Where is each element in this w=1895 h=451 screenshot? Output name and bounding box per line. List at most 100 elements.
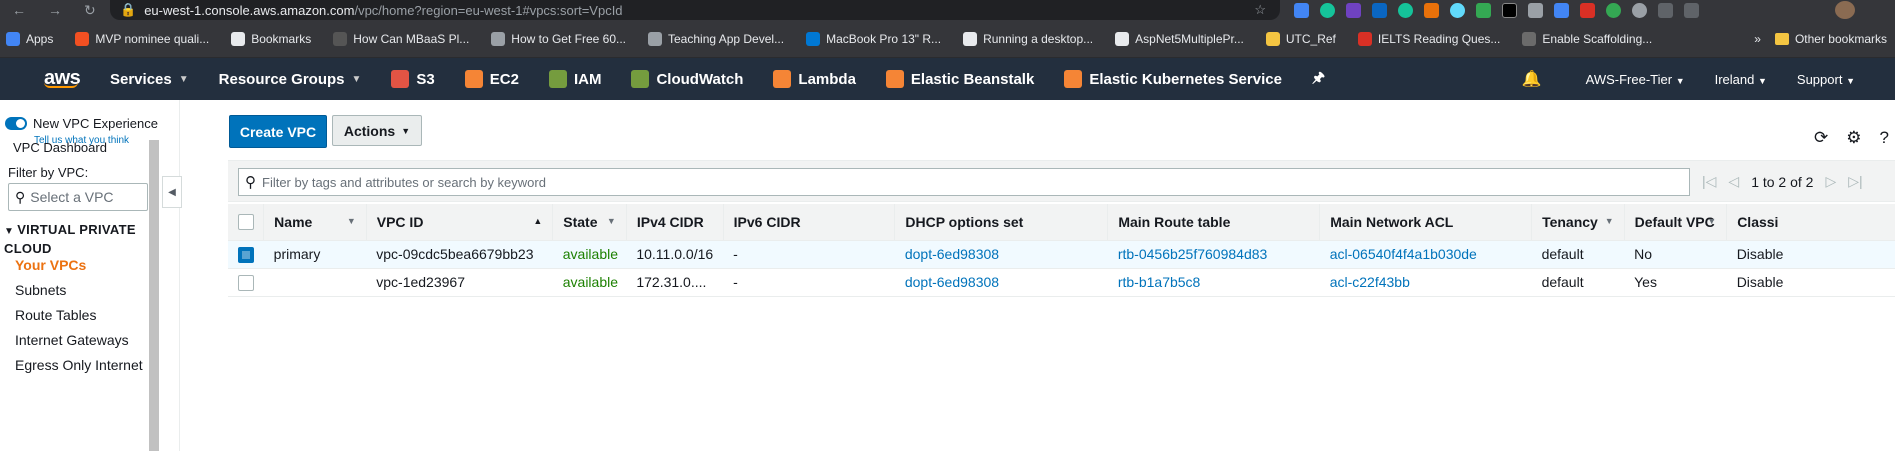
sidebar-item-route-tables[interactable]: Route Tables — [15, 307, 96, 323]
bookmarks-overflow-button[interactable]: » — [1754, 32, 1761, 46]
support-menu[interactable]: Support ▼ — [1797, 72, 1855, 87]
cell-dhcp-link[interactable]: dopt-6ed98308 — [894, 240, 1108, 269]
collapse-sidebar-button[interactable]: ◀ — [162, 176, 182, 208]
extension-icon[interactable] — [1398, 2, 1413, 18]
column-header-name[interactable]: Name ▼ — [263, 204, 367, 241]
extension-icon[interactable] — [1320, 2, 1335, 18]
bookmark-item[interactable]: Running a desktop... — [963, 31, 1093, 46]
bookmark-item[interactable]: UTC_Ref — [1265, 31, 1336, 46]
previous-page-icon[interactable]: ◁ — [1728, 173, 1739, 190]
create-vpc-button[interactable]: Create VPC — [229, 115, 327, 148]
extension-icon[interactable] — [1294, 2, 1309, 18]
pin-icon[interactable]: 🖈 — [1312, 67, 1325, 91]
account-menu[interactable]: AWS-Free-Tier ▼ — [1586, 72, 1685, 87]
extension-icon[interactable] — [1632, 2, 1647, 18]
column-header-main-route-table[interactable]: Main Route table — [1107, 204, 1321, 241]
first-page-icon[interactable]: |◁ — [1702, 173, 1716, 190]
extension-icon[interactable] — [1580, 2, 1595, 18]
column-header-classic-link[interactable]: Classi — [1726, 204, 1895, 241]
row-checkbox[interactable] — [238, 246, 254, 263]
bookmark-item[interactable]: How Can MBaaS Pl... — [333, 31, 469, 46]
nav-item[interactable]: Services ▼ — [110, 71, 189, 88]
extension-icon[interactable] — [1476, 2, 1491, 18]
bookmark-item[interactable]: How to Get Free 60... — [491, 31, 626, 46]
extension-icon[interactable] — [1346, 2, 1361, 18]
cell-route-table-link[interactable]: rtb-b1a7b5c8 — [1107, 268, 1320, 297]
extension-icon[interactable] — [1424, 2, 1439, 18]
bookmark-item[interactable]: Apps — [6, 31, 53, 46]
table-row[interactable]: primary vpc-09cdc5bea6679bb23 available … — [228, 240, 1895, 269]
nav-item-label: Elastic Beanstalk — [910, 70, 1035, 88]
nav-item[interactable]: IAM — [548, 70, 601, 88]
help-icon[interactable]: ? — [1880, 128, 1889, 148]
reload-icon[interactable]: ↻ — [84, 2, 96, 19]
row-checkbox[interactable] — [238, 274, 254, 291]
select-all-checkbox[interactable] — [238, 214, 254, 231]
bookmark-item[interactable]: MacBook Pro 13" R... — [806, 31, 941, 46]
filter-input[interactable]: ⚲ Filter by tags and attributes or searc… — [238, 168, 1690, 196]
cell-route-table-link[interactable]: rtb-0456b25f760984d83 — [1107, 240, 1320, 269]
forward-icon[interactable]: → — [48, 2, 62, 19]
last-page-icon[interactable]: ▷| — [1848, 173, 1862, 190]
other-bookmarks-folder[interactable]: Other bookmarks — [1774, 32, 1887, 46]
bookmark-item[interactable]: Bookmarks — [231, 31, 311, 46]
extension-icon[interactable] — [1606, 2, 1621, 18]
nav-item[interactable]: Resource Groups ▼ — [219, 71, 362, 88]
extension-icon[interactable] — [1554, 2, 1569, 18]
actions-button[interactable]: Actions ▼ — [332, 115, 422, 146]
sidebar-item-your-vpcs[interactable]: Your VPCs — [15, 257, 86, 273]
aws-top-nav: aws Services ▼ Resource Groups ▼ S3 EC2 IAM Clo… — [0, 58, 1895, 100]
nav-item[interactable]: Elastic Beanstalk — [885, 70, 1035, 88]
sidebar-item-egress-only-internet[interactable]: Egress Only Internet — [15, 357, 143, 373]
column-header-default-vpc[interactable]: Default VPC ▼ — [1624, 204, 1728, 241]
nav-item[interactable]: S3 — [391, 70, 435, 88]
sidebar-item-internet-gateways[interactable]: Internet Gateways — [15, 332, 129, 348]
extension-icon[interactable] — [1684, 2, 1699, 18]
nav-item[interactable]: CloudWatch — [631, 70, 743, 88]
column-header-main-network-acl[interactable]: Main Network ACL — [1319, 204, 1533, 241]
bell-icon[interactable]: 🔔 — [1522, 69, 1542, 89]
extension-icon[interactable] — [1450, 2, 1465, 18]
bookmark-item[interactable]: Teaching App Devel... — [648, 31, 784, 46]
sidebar-item-subnets[interactable]: Subnets — [15, 282, 66, 298]
region-menu[interactable]: Ireland ▼ — [1715, 72, 1767, 87]
column-header-vpc-id[interactable]: VPC ID ▲ — [366, 204, 554, 241]
table-header-row: Name ▼ VPC ID ▲ State ▼ IPv4 CIDR IPv6 CIDR… — [228, 204, 1895, 241]
cell-network-acl-link[interactable]: acl-c22f43bb — [1319, 268, 1532, 297]
table-row[interactable]: vpc-1ed23967 available 172.31.0.... - do… — [228, 268, 1895, 297]
column-header-ipv6-cidr[interactable]: IPv6 CIDR — [723, 204, 896, 241]
refresh-icon[interactable]: ⟳ — [1814, 128, 1828, 148]
aws-logo[interactable]: aws — [0, 68, 110, 88]
section-virtual-private-cloud[interactable]: ▼ VIRTUAL PRIVATE CLOUD — [4, 221, 164, 257]
extension-icon[interactable] — [1658, 2, 1673, 18]
cell-vpc-id: vpc-09cdc5bea6679bb23 — [366, 240, 553, 269]
extension-icon[interactable] — [1372, 2, 1387, 18]
bookmark-item[interactable]: MVP nominee quali... — [75, 31, 209, 46]
back-icon[interactable]: ← — [12, 2, 26, 19]
scrollbar-thumb[interactable] — [149, 140, 159, 451]
column-header-ipv4-cidr[interactable]: IPv4 CIDR — [626, 204, 724, 241]
bookmark-item[interactable]: Enable Scaffolding... — [1522, 31, 1652, 46]
column-header-tenancy[interactable]: Tenancy ▼ — [1531, 204, 1625, 241]
cell-dhcp-link[interactable]: dopt-6ed98308 — [894, 268, 1108, 297]
next-page-icon[interactable]: ▷ — [1825, 173, 1836, 190]
extension-icon[interactable] — [1502, 2, 1517, 18]
column-header-state[interactable]: State ▼ — [552, 204, 627, 241]
profile-avatar[interactable] — [1835, 1, 1855, 19]
gear-icon[interactable]: ⚙ — [1846, 128, 1861, 148]
new-vpc-experience-toggle[interactable] — [5, 117, 27, 130]
nav-item[interactable]: Elastic Kubernetes Service — [1064, 70, 1282, 88]
nav-item-label: Lambda — [798, 70, 856, 88]
bookmark-star-icon[interactable]: ☆ — [1254, 2, 1266, 18]
sidebar-item-dashboard[interactable]: VPC Dashboard — [13, 140, 107, 155]
nav-item[interactable]: Lambda — [773, 70, 856, 88]
bookmark-item[interactable]: IELTS Reading Ques... — [1357, 31, 1500, 46]
vpc-filter-select[interactable]: ⚲ Select a VPC — [8, 183, 148, 211]
bookmark-item[interactable]: AspNet5MultiplePr... — [1115, 31, 1244, 46]
nav-item[interactable]: EC2 — [464, 70, 519, 88]
sidebar-scrollbar[interactable] — [149, 140, 159, 451]
cell-network-acl-link[interactable]: acl-06540f4f4a1b030de — [1319, 240, 1532, 269]
column-header-dhcp-options-set[interactable]: DHCP options set — [894, 204, 1109, 241]
address-bar[interactable]: 🔒 eu-west-1.console.aws.amazon.com/vpc/h… — [110, 0, 1280, 20]
extension-icon[interactable] — [1528, 2, 1543, 18]
